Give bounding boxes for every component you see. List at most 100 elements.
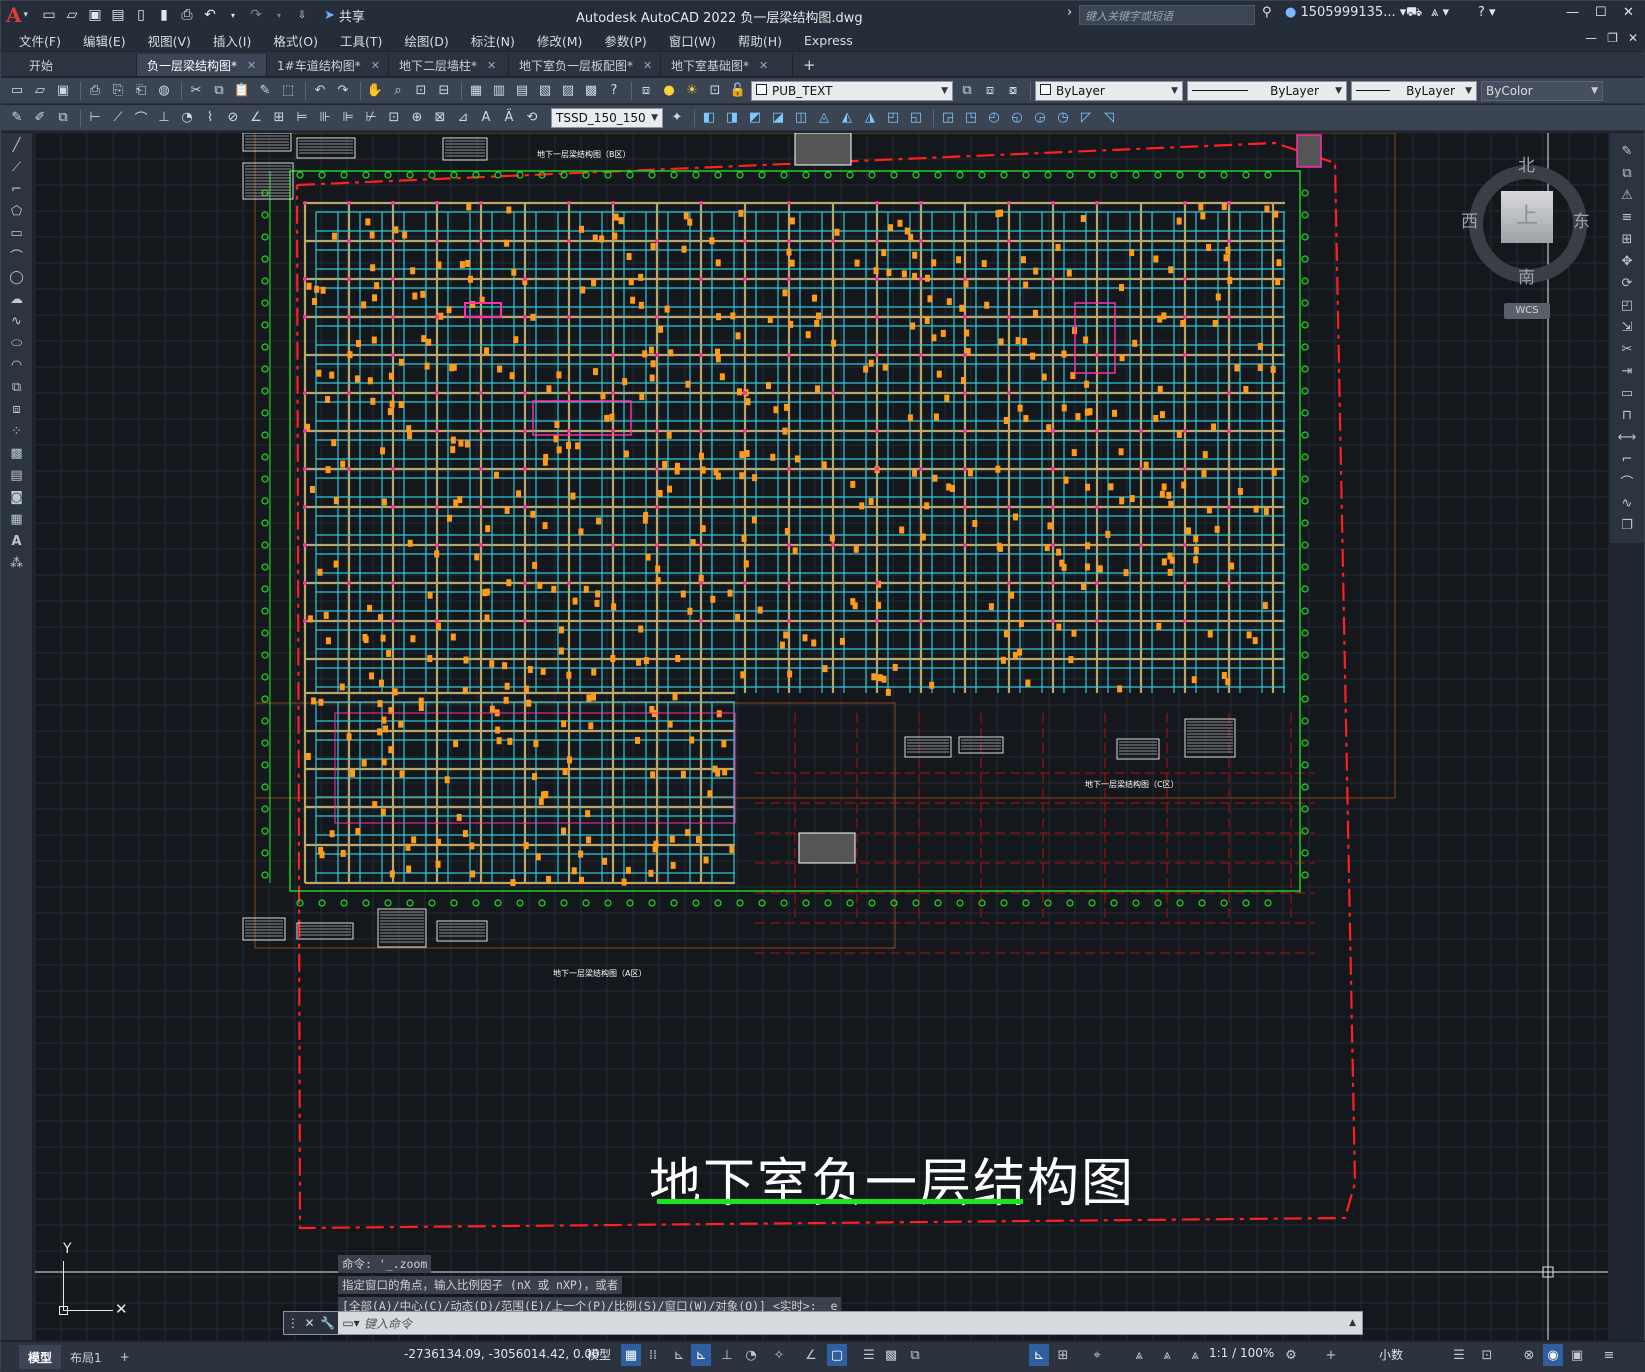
maximize-button[interactable]: ☐ — [1595, 5, 1607, 20]
layer-icon[interactable]: ⧉ — [53, 109, 73, 127]
recent-commands-icon[interactable]: ▭▾ — [338, 1316, 364, 1330]
match-properties-icon[interactable]: ✎ — [255, 82, 275, 100]
polyline-icon[interactable]: ⌐ — [6, 179, 28, 199]
selection-cycling-icon[interactable]: ⧉ — [905, 1344, 925, 1366]
3d-wedge-icon[interactable]: ◨ — [722, 109, 742, 127]
pan-icon[interactable]: ✋ — [365, 82, 385, 100]
menu-draw[interactable]: 绘图(D) — [404, 31, 448, 50]
arc-icon[interactable]: ⌒ — [6, 245, 28, 265]
erase-icon[interactable]: ✎ — [1616, 141, 1638, 161]
plot-icon[interactable]: ⎙ — [179, 7, 195, 23]
3d-revolve-icon[interactable]: ◰ — [883, 109, 903, 127]
array-icon[interactable]: ⊞ — [1616, 229, 1638, 249]
new-tab-button[interactable]: + — [793, 54, 826, 76]
3d-sweep-icon[interactable]: ◱ — [906, 109, 926, 127]
undo-icon[interactable]: ↶ — [310, 82, 330, 100]
sheet-set-icon[interactable]: ▧ — [535, 82, 555, 100]
3d-cone-icon[interactable]: ◩ — [745, 109, 765, 127]
3d-slice-icon[interactable]: ◵ — [1007, 109, 1027, 127]
save-icon[interactable]: ▣ — [53, 82, 73, 100]
help-icon[interactable]: ? — [604, 82, 624, 100]
rectangle-icon[interactable]: ▭ — [6, 223, 28, 243]
redo-icon[interactable]: ↷ — [248, 7, 264, 23]
layer-lock-icon[interactable]: 🔓 — [728, 82, 748, 100]
quick-dim-icon[interactable]: ⊞ — [269, 109, 289, 127]
undo-dropdown-icon[interactable]: ▾ — [225, 11, 241, 20]
save-icon[interactable]: ▣ — [87, 7, 103, 23]
undo-icon[interactable]: ↶ — [202, 7, 218, 23]
layer-freeze-icon[interactable]: ☀ — [682, 82, 702, 100]
command-input[interactable]: 键入命令 — [364, 1315, 412, 1332]
annotation-scale-icon[interactable]: ⩓ — [1185, 1344, 1205, 1366]
menu-view[interactable]: 视图(V) — [148, 31, 191, 50]
tab-start[interactable]: 开始 — [19, 54, 137, 76]
explode-icon[interactable]: ❐ — [1616, 515, 1638, 535]
user-account[interactable]: ● 1505999135... ▾ — [1285, 5, 1406, 20]
add-layout-button[interactable]: + — [111, 1345, 139, 1369]
ortho-icon[interactable]: ⊥ — [717, 1344, 737, 1366]
minimize-button[interactable]: — — [1566, 5, 1579, 20]
autodesk-a360-icon[interactable]: ⩓ ▾ — [1431, 5, 1449, 20]
design-center-icon[interactable]: ▥ — [489, 82, 509, 100]
3d-dwf-icon[interactable]: ◍ — [154, 82, 174, 100]
color-dropdown[interactable]: ByLayer ▼ — [1035, 80, 1183, 101]
close-tab-icon[interactable]: ✕ — [759, 59, 768, 72]
redo-icon[interactable]: ↷ — [333, 82, 353, 100]
dynamic-ucs-icon[interactable]: ⊞ — [1053, 1344, 1073, 1366]
zoom-realtime-icon[interactable]: ⌕ — [388, 82, 408, 100]
autocad-logo-icon[interactable]: A ▾ — [1, 1, 33, 29]
new-file-icon[interactable]: ▭ — [41, 7, 57, 23]
menu-edit[interactable]: 编辑(E) — [83, 31, 126, 50]
help-icon[interactable]: ? ▾ — [1478, 5, 1496, 20]
open-file-icon[interactable]: ▱ — [64, 7, 80, 23]
doc-restore-button[interactable]: ❐ — [1607, 31, 1618, 45]
markup-icon[interactable]: ▨ — [558, 82, 578, 100]
multiline-text-icon[interactable]: A — [6, 531, 28, 551]
menu-insert[interactable]: 插入(I) — [213, 31, 251, 50]
tab-b1-beam-structure[interactable]: 负一层梁结构图* ✕ — [137, 54, 267, 76]
dimstyle-dropdown[interactable]: TSSD_150_150 ▼ — [551, 107, 663, 128]
clean-screen-icon[interactable]: ▣ — [1567, 1344, 1587, 1366]
chamfer-icon[interactable]: ⌐ — [1616, 449, 1638, 469]
join-icon[interactable]: ⟷ — [1616, 427, 1638, 447]
layer-properties-icon[interactable]: ⧈ — [636, 82, 656, 100]
revision-cloud-icon[interactable]: ☁ — [6, 289, 28, 309]
annotation-visibility-icon[interactable]: ⩓ — [1129, 1344, 1149, 1366]
units-dropdown[interactable]: 小数 — [1379, 1346, 1403, 1363]
lineweight-dropdown[interactable]: ByLayer ▼ — [1351, 80, 1477, 101]
dimstyle-manager-icon[interactable]: ✦ — [667, 109, 687, 127]
quick-properties-icon[interactable]: ☰ — [1449, 1344, 1469, 1366]
point-icon[interactable]: ⁘ — [6, 421, 28, 441]
selection-filter-icon[interactable]: ⌖ — [1087, 1344, 1107, 1366]
search-expand-icon[interactable]: › — [1067, 5, 1072, 20]
tab-b2-wall-column[interactable]: 地下二层墙柱* ✕ — [389, 54, 509, 76]
annotation-scale-dropdown[interactable]: 1:1 / 100% — [1209, 1346, 1274, 1360]
jogged-linear-icon[interactable]: ⊿ — [453, 109, 473, 127]
layout-tab-layout1[interactable]: 布局1 — [61, 1345, 111, 1369]
open-web-icon[interactable]: ▯ — [133, 7, 149, 23]
match-icon[interactable]: ✎ — [7, 109, 27, 127]
table-icon[interactable]: ▦ — [6, 509, 28, 529]
redo-dropdown-icon[interactable]: ▾ — [271, 11, 287, 20]
close-tab-icon[interactable]: ✕ — [247, 59, 256, 72]
auto-scale-icon[interactable]: ⩓ — [1157, 1344, 1177, 1366]
3d-section-icon[interactable]: ◶ — [1030, 109, 1050, 127]
tool-palettes-icon[interactable]: ▤ — [512, 82, 532, 100]
save-web-icon[interactable]: ▮ — [156, 7, 172, 23]
close-window-button[interactable]: ✕ — [1623, 5, 1634, 20]
grid-icon[interactable]: ▦ — [621, 1344, 641, 1366]
3d-sphere-icon[interactable]: ◪ — [768, 109, 788, 127]
dynamic-input-icon[interactable]: ⊾ — [691, 1344, 711, 1366]
3d-extrude-icon[interactable]: ◮ — [860, 109, 880, 127]
properties-icon[interactable]: ▦ — [466, 82, 486, 100]
tolerance-icon[interactable]: ⊡ — [384, 109, 404, 127]
cursor-coordinates[interactable]: -2736134.09, -3056014.42, 0.00 — [404, 1347, 600, 1361]
close-tab-icon[interactable]: ✕ — [487, 59, 496, 72]
menu-tools[interactable]: 工具(T) — [340, 31, 382, 50]
move-icon[interactable]: ✥ — [1616, 251, 1638, 271]
block-editor-icon[interactable]: ⬚ — [278, 82, 298, 100]
search-icon[interactable]: ⚲ — [1262, 5, 1272, 20]
customize-qa-icon[interactable]: ⇩ — [294, 10, 310, 21]
plot-preview-icon[interactable]: ⎘ — [108, 82, 128, 100]
aligned-dim-icon[interactable]: ⟋ — [108, 109, 128, 127]
